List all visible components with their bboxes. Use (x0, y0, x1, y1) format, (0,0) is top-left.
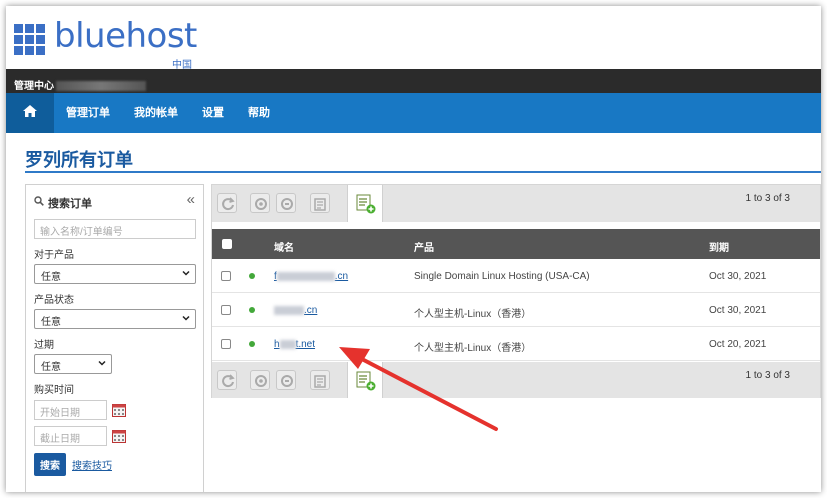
bottom-toolbar: 1 to 3 of 3 (212, 362, 820, 398)
table-row: f .cn Single Domain Linux Hosting (USA-CA… (212, 259, 820, 293)
purchase-time-label: 购买时间 (34, 385, 74, 396)
status-dot (249, 341, 255, 347)
unlock-action-button[interactable] (276, 193, 296, 213)
start-date-input[interactable]: 开始日期 (34, 400, 107, 420)
brand-name: bluehost (54, 16, 197, 56)
add-order-button[interactable] (347, 185, 383, 222)
app-window: bluehost 中国 管理中心 管理订单 我的帐单 设置 帮助 罗列所有订单 … (6, 6, 821, 492)
expires-cell: Oct 30, 2021 (709, 271, 767, 282)
domain-link[interactable]: f .cn (274, 271, 348, 282)
unlock-action-button[interactable] (276, 370, 296, 390)
expire-select[interactable]: 任意 (34, 354, 112, 374)
search-tips-link[interactable]: 搜索技巧 (72, 457, 112, 472)
lock-action-button[interactable] (250, 193, 270, 213)
column-domain[interactable]: 域名 (274, 239, 294, 254)
status-select[interactable]: 任意 (34, 309, 196, 329)
chevron-down-icon (98, 360, 106, 366)
pagination-info-top: 1 to 3 of 3 (745, 193, 790, 204)
domain-link[interactable]: h t.net (274, 339, 315, 350)
product-select-value: 任意 (41, 272, 61, 283)
pagination-info-bottom: 1 to 3 of 3 (745, 370, 790, 381)
refresh-icon (222, 197, 235, 211)
chevron-down-icon (182, 270, 190, 276)
status-label: 产品状态 (34, 295, 74, 306)
refresh-icon (222, 374, 235, 388)
product-select[interactable]: 任意 (34, 264, 196, 284)
row-checkbox[interactable] (221, 339, 231, 349)
renew-button[interactable] (217, 370, 237, 390)
expire-select-value: 任意 (41, 362, 61, 373)
edit-icon (314, 198, 326, 211)
unlock-icon (281, 375, 293, 387)
sidebar-header: 搜索订单 « (34, 191, 195, 215)
table-header: 域名 产品 到期 (212, 229, 820, 259)
lock-icon (255, 198, 267, 210)
column-expires[interactable]: 到期 (709, 239, 729, 254)
row-checkbox[interactable] (221, 271, 231, 281)
admin-bar: 管理中心 (6, 69, 821, 93)
product-label: 对于产品 (34, 250, 74, 261)
nav-my-bills[interactable]: 我的帐单 (122, 93, 190, 133)
domain-link[interactable]: .cn (274, 305, 317, 316)
chevron-down-icon (182, 315, 190, 321)
search-button[interactable]: 搜索 (34, 453, 66, 476)
search-sidebar: 搜索订单 « 输入名称/订单编号 对于产品 任意 产品状态 任意 过期 任意 购… (25, 184, 204, 492)
redacted-domain (279, 339, 296, 349)
search-icon (34, 196, 44, 206)
row-checkbox[interactable] (221, 305, 231, 315)
nav-settings[interactable]: 设置 (190, 93, 236, 133)
page-title: 罗列所有订单 (25, 150, 133, 170)
expires-cell: Oct 30, 2021 (709, 305, 767, 316)
lock-icon (255, 375, 267, 387)
product-cell: 个人型主机-Linux（香港） (414, 309, 532, 320)
nav-home[interactable] (6, 93, 54, 133)
expires-cell: Oct 20, 2021 (709, 339, 767, 350)
add-list-icon (356, 194, 376, 214)
status-dot (249, 273, 255, 279)
expire-label: 过期 (34, 340, 54, 351)
nav-help[interactable]: 帮助 (236, 93, 282, 133)
top-toolbar: 1 to 3 of 3 (212, 185, 820, 222)
annotation-arrow-icon (339, 347, 498, 431)
nav-manage-orders[interactable]: 管理订单 (54, 93, 122, 133)
redacted-username (56, 81, 146, 92)
lock-action-button[interactable] (250, 370, 270, 390)
redacted-domain (276, 271, 335, 281)
main-nav: 管理订单 我的帐单 设置 帮助 (6, 93, 821, 133)
unlock-icon (281, 198, 293, 210)
sidebar-title: 搜索订单 (48, 198, 92, 210)
calendar-icon[interactable] (112, 403, 126, 417)
select-all-checkbox[interactable] (222, 239, 232, 249)
edit-action-button[interactable] (310, 193, 330, 213)
product-cell: Single Domain Linux Hosting (USA-CA) (414, 271, 590, 282)
calendar-icon[interactable] (112, 429, 126, 443)
edit-icon (314, 375, 326, 388)
redacted-domain (274, 305, 304, 315)
admin-bar-label: 管理中心 (14, 81, 54, 92)
edit-action-button[interactable] (310, 370, 330, 390)
end-date-input[interactable]: 截止日期 (34, 426, 107, 446)
collapse-sidebar-button[interactable]: « (187, 191, 195, 208)
status-dot (249, 307, 255, 313)
column-product[interactable]: 产品 (414, 239, 434, 254)
table-row: .cn 个人型主机-Linux（香港） Oct 30, 2021 (212, 293, 820, 327)
orders-panel: 1 to 3 of 3 域名 产品 到期 f .cn Single Domain … (211, 184, 821, 398)
status-select-value: 任意 (41, 317, 61, 328)
renew-button[interactable] (217, 193, 237, 213)
title-divider (25, 171, 821, 173)
home-icon (23, 105, 37, 118)
order-search-input[interactable]: 输入名称/订单编号 (34, 219, 196, 239)
brand-logo[interactable]: bluehost 中国 (12, 16, 232, 71)
grid-logo-icon (14, 24, 45, 55)
table-row: h t.net 个人型主机-Linux（香港） Oct 20, 2021 (212, 327, 820, 361)
